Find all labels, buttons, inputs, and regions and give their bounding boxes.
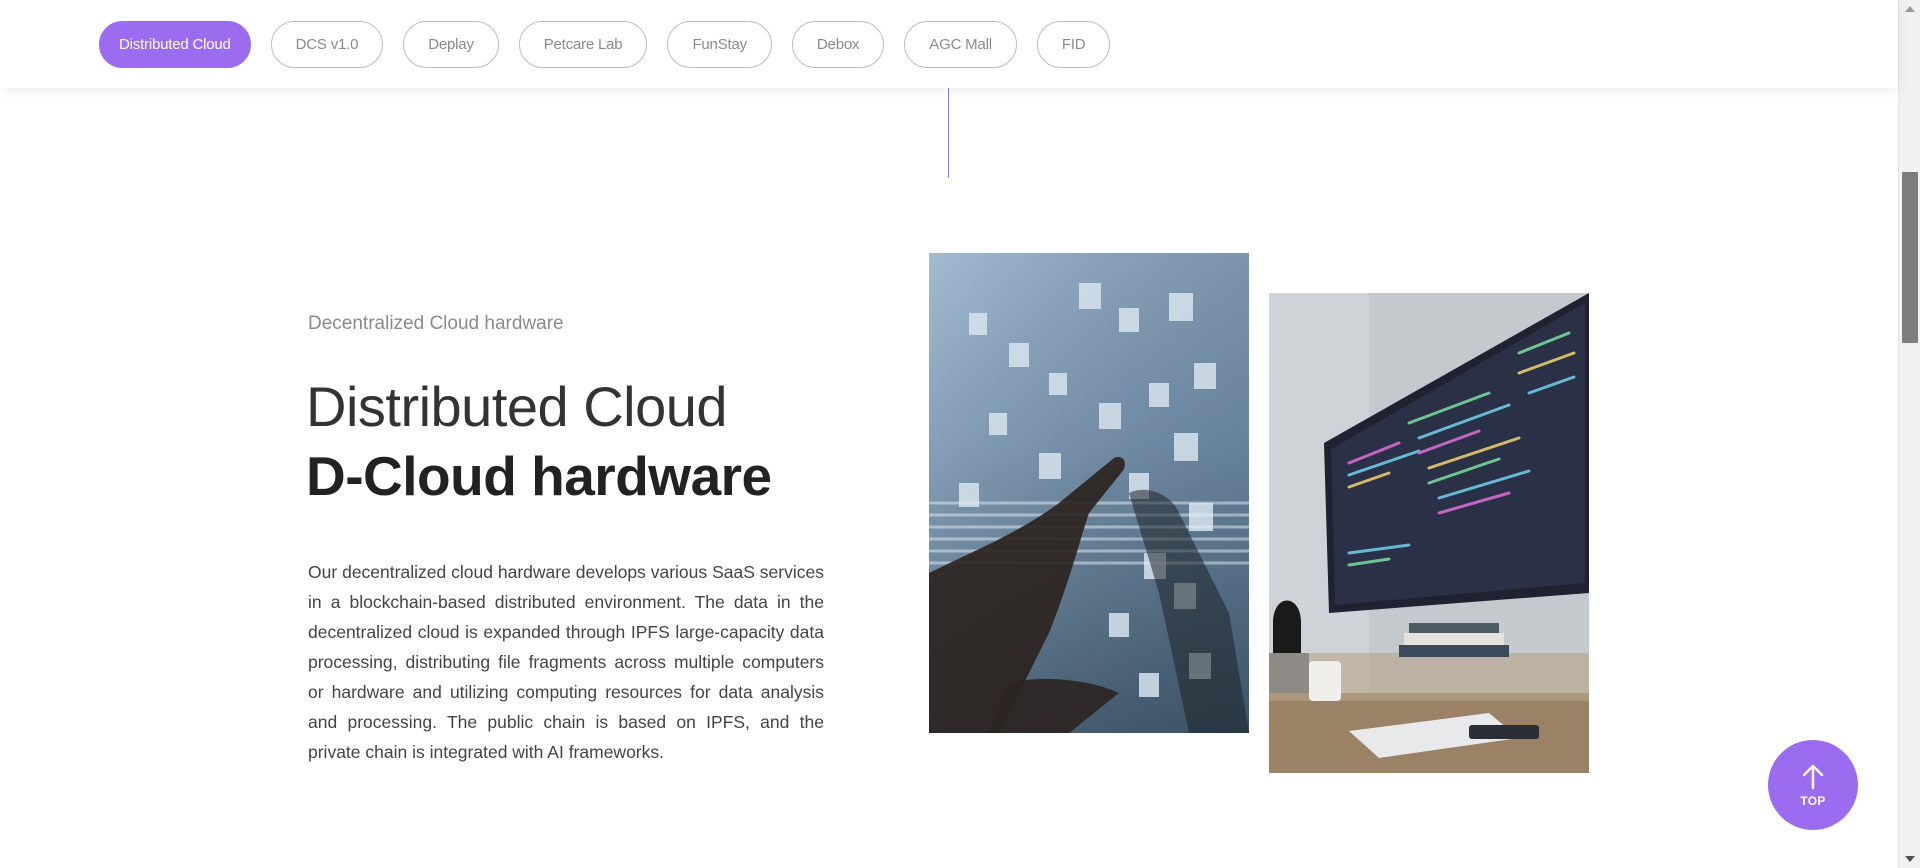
back-to-top-button[interactable]: TOP: [1768, 740, 1858, 830]
scrollbar-thumb[interactable]: [1902, 172, 1918, 343]
section-eyebrow: Decentralized Cloud hardware: [308, 313, 564, 334]
tab-agc-mall[interactable]: AGC Mall: [904, 21, 1017, 68]
project-tabs: Distributed Cloud DCS v1.0 Deplay Petcar…: [99, 21, 1111, 68]
tab-deplay[interactable]: Deplay: [403, 21, 499, 68]
section-description: Our decentralized cloud hardware develop…: [308, 562, 824, 762]
tab-funstay[interactable]: FunStay: [667, 21, 772, 68]
scroll-up-icon[interactable]: [1905, 6, 1915, 12]
tab-distributed-cloud[interactable]: Distributed Cloud: [99, 21, 251, 68]
page-scrollbar[interactable]: [1898, 0, 1920, 868]
code-monitor-photo: [1269, 293, 1589, 773]
arrow-up-icon: [1802, 764, 1824, 790]
project-tab-bar: Distributed Cloud DCS v1.0 Deplay Petcar…: [0, 0, 1898, 88]
section-title-bold: D-Cloud hardware: [306, 445, 772, 507]
vertical-divider: [948, 88, 949, 178]
scroll-down-icon[interactable]: [1905, 856, 1915, 862]
tab-fid[interactable]: FID: [1036, 21, 1111, 68]
section-title-light: Distributed Cloud: [306, 375, 728, 438]
tab-dcs-v1[interactable]: DCS v1.0: [270, 21, 384, 68]
tab-petcare-lab[interactable]: Petcare Lab: [518, 21, 648, 68]
tab-debox[interactable]: Debox: [791, 21, 885, 68]
sticky-notes-photo: [929, 253, 1249, 733]
top-button-label: TOP: [1800, 794, 1826, 808]
